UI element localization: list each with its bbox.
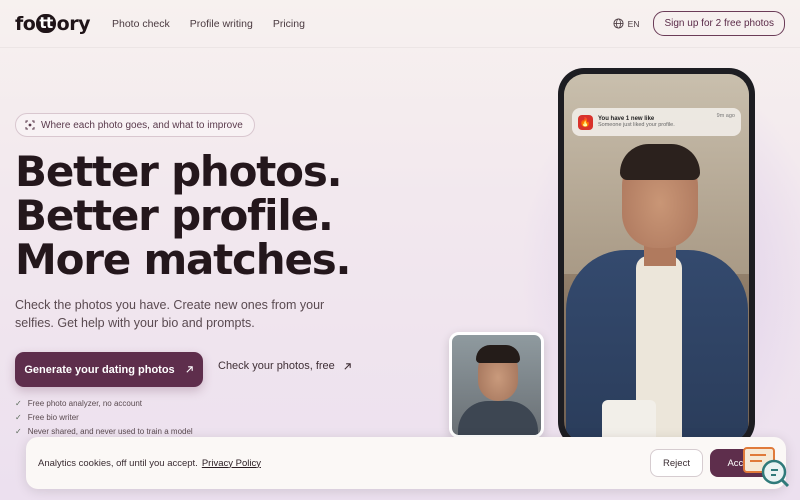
- check-icon: ✓: [15, 426, 22, 436]
- arrow-up-right-icon: [186, 366, 193, 373]
- photo-hair: [620, 144, 700, 180]
- site-header: fo tt ory Photo check Profile writing Pric…: [0, 0, 800, 48]
- list-item: ✓ Never shared, and never used to train a…: [15, 426, 193, 436]
- match-notification: 🔥 You have 1 new like Someone just liked…: [572, 108, 741, 136]
- notification-body: Someone just liked your profile.: [598, 122, 675, 128]
- hero-headline: Better photos. Better profile. More matc…: [15, 150, 445, 282]
- selfie-card: [449, 332, 544, 438]
- arrow-up-right-icon: [344, 362, 351, 370]
- headline-line-2: Better profile.: [15, 191, 334, 240]
- scan-icon: [25, 120, 35, 130]
- notification-time: 9m ago: [716, 113, 735, 119]
- check-icon: ✓: [15, 412, 22, 422]
- cookie-message-text: Analytics cookies, off until you accept.: [38, 457, 198, 469]
- privacy-policy-link[interactable]: Privacy Policy: [202, 458, 261, 469]
- headline-line-1: Better photos.: [15, 147, 343, 196]
- check-photos-link[interactable]: Check your photos, free: [218, 360, 352, 372]
- flame-icon: 🔥: [578, 114, 593, 130]
- hero-subtitle: Check the photos you have. Create new on…: [15, 298, 325, 330]
- check-photos-label: Check your photos, free: [218, 360, 335, 372]
- headline-line-3: More matches.: [15, 235, 351, 284]
- feature-pill: Where each photo goes, and what to impro…: [15, 113, 255, 137]
- check-icon: ✓: [15, 398, 22, 408]
- chat-search-icon[interactable]: [742, 446, 792, 490]
- photo-mug: [602, 400, 656, 442]
- list-item: ✓ Free bio writer: [15, 412, 79, 422]
- main-nav: Photo check Profile writing Pricing: [112, 18, 305, 30]
- phone-screen: 🔥 You have 1 new like Someone just liked…: [564, 74, 749, 442]
- cookie-message: Analytics cookies, off until you accept.…: [38, 458, 261, 469]
- notification-text: You have 1 new like Someone just liked y…: [598, 116, 712, 128]
- nav-photo-check[interactable]: Photo check: [112, 18, 170, 30]
- phone-mockup: 🔥 You have 1 new like Someone just liked…: [558, 68, 755, 448]
- list-item: ✓ Free photo analyzer, no account: [15, 398, 142, 408]
- selfie-body: [458, 401, 538, 435]
- logo[interactable]: fo tt ory: [15, 13, 90, 35]
- reject-button[interactable]: Reject: [650, 449, 703, 477]
- globe-icon: [613, 18, 624, 29]
- signup-button[interactable]: Sign up for 2 free photos: [653, 11, 785, 36]
- nav-profile-writing[interactable]: Profile writing: [190, 18, 253, 30]
- logo-text-end: ory: [56, 12, 91, 35]
- generate-photos-button[interactable]: Generate your dating photos: [15, 352, 203, 387]
- language-selector[interactable]: EN: [613, 18, 640, 29]
- selfie-hair: [476, 345, 520, 363]
- header-actions: EN Sign up for 2 free photos: [613, 11, 785, 36]
- feature-pill-text: Where each photo goes, and what to impro…: [41, 119, 243, 131]
- benefit-list: ✓ Free photo analyzer, no account ✓ Free b…: [15, 396, 193, 438]
- nav-pricing[interactable]: Pricing: [273, 18, 305, 30]
- language-label: EN: [627, 18, 640, 29]
- generate-photos-label: Generate your dating photos: [24, 363, 175, 376]
- logo-text-start: fo: [15, 12, 36, 35]
- logo-mark: tt: [36, 14, 56, 33]
- cookie-banner: Analytics cookies, off until you accept.…: [26, 437, 786, 489]
